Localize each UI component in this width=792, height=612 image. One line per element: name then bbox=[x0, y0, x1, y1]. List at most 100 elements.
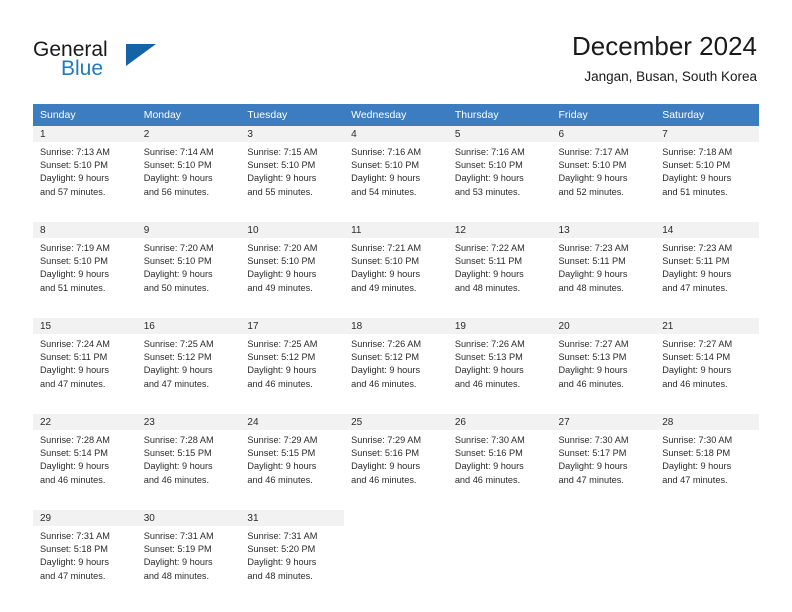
calendar-cell-day[interactable]: 2 Sunrise: 7:14 AM Sunset: 5:10 PM Daylight… bbox=[136, 126, 241, 216]
daylight-text-line1: Daylight: 9 hours bbox=[351, 461, 421, 472]
calendar-cell-day[interactable]: 29 Sunrise: 7:31 AM Sunset: 5:18 PM Dayligh… bbox=[33, 510, 137, 600]
calendar-cell-day[interactable]: 25 Sunrise: 7:29 AM Sunset: 5:16 PM Dayligh… bbox=[344, 414, 448, 504]
calendar-cell-day[interactable]: 7 Sunrise: 7:18 AM Sunset: 5:10 PM Daylight… bbox=[655, 126, 759, 216]
daylight-text-line1: Daylight: 9 hours bbox=[351, 269, 421, 280]
calendar-cell-day[interactable]: 24 Sunrise: 7:29 AM Sunset: 5:15 PM Dayligh… bbox=[240, 414, 345, 504]
sunrise-text: Sunrise: 7:22 AM bbox=[454, 243, 525, 253]
sunrise-text: Sunrise: 7:24 AM bbox=[40, 339, 110, 349]
calendar-cell-day[interactable]: 17 Sunrise: 7:25 AM Sunset: 5:12 PM Dayligh… bbox=[240, 318, 345, 408]
calendar-cell-inner: 6 Sunrise: 7:17 AM Sunset: 5:10 PM Daylight… bbox=[551, 126, 656, 216]
day-number: 5 bbox=[447, 126, 552, 142]
calendar-cell-day[interactable]: 9 Sunrise: 7:20 AM Sunset: 5:10 PM Daylight… bbox=[136, 222, 241, 312]
sunrise-text: Sunrise: 7:26 AM bbox=[454, 339, 525, 349]
day-number: 20 bbox=[551, 318, 656, 334]
calendar-cell-day[interactable]: 11 Sunrise: 7:21 AM Sunset: 5:10 PM Dayligh… bbox=[344, 222, 448, 312]
calendar-cell-day[interactable]: 31 Sunrise: 7:31 AM Sunset: 5:20 PM Dayligh… bbox=[240, 510, 345, 600]
sunset-text: Sunset: 5:18 PM bbox=[662, 448, 731, 459]
day-details: Sunrise: 7:27 AM Sunset: 5:14 PM Daylight:… bbox=[655, 334, 759, 391]
day-number: 30 bbox=[136, 510, 241, 526]
calendar-cell-inner: 19 Sunrise: 7:26 AM Sunset: 5:13 PM Dayligh… bbox=[447, 318, 552, 408]
sunset-text: Sunset: 5:12 PM bbox=[143, 352, 212, 363]
calendar-cell-inner: 13 Sunrise: 7:23 AM Sunset: 5:11 PM Dayligh… bbox=[551, 222, 656, 312]
sunrise-text: Sunrise: 7:18 AM bbox=[662, 147, 733, 157]
calendar-cell-day[interactable]: 12 Sunrise: 7:22 AM Sunset: 5:11 PM Dayligh… bbox=[447, 222, 552, 312]
calendar-cell-day[interactable]: 10 Sunrise: 7:20 AM Sunset: 5:10 PM Dayligh… bbox=[240, 222, 345, 312]
sunset-text: Sunset: 5:13 PM bbox=[558, 352, 627, 363]
day-number: 1 bbox=[33, 126, 137, 142]
daylight-text-line2: and 46 minutes. bbox=[558, 378, 624, 389]
calendar-cell-inner: 29 Sunrise: 7:31 AM Sunset: 5:18 PM Dayligh… bbox=[33, 510, 137, 600]
sunrise-text: Sunrise: 7:27 AM bbox=[558, 339, 629, 349]
daylight-text-line2: and 46 minutes. bbox=[40, 474, 106, 485]
sunset-text: Sunset: 5:18 PM bbox=[40, 544, 108, 555]
calendar-cell-empty bbox=[551, 510, 656, 600]
day-number: 2 bbox=[136, 126, 241, 142]
daylight-text-line2: and 46 minutes. bbox=[351, 378, 417, 389]
sunset-text: Sunset: 5:11 PM bbox=[40, 352, 108, 363]
day-details: Sunrise: 7:26 AM Sunset: 5:12 PM Daylight:… bbox=[344, 334, 448, 391]
sunset-text: Sunset: 5:12 PM bbox=[351, 352, 420, 363]
sunset-text: Sunset: 5:10 PM bbox=[40, 160, 108, 171]
day-details: Sunrise: 7:19 AM Sunset: 5:10 PM Daylight:… bbox=[33, 238, 137, 295]
day-number: 10 bbox=[240, 222, 345, 238]
calendar-cell-day[interactable]: 5 Sunrise: 7:16 AM Sunset: 5:10 PM Daylight… bbox=[447, 126, 552, 216]
calendar-cell-day[interactable]: 13 Sunrise: 7:23 AM Sunset: 5:11 PM Dayligh… bbox=[551, 222, 656, 312]
day-details: Sunrise: 7:20 AM Sunset: 5:10 PM Daylight:… bbox=[137, 238, 241, 295]
calendar-cell-day[interactable]: 20 Sunrise: 7:27 AM Sunset: 5:13 PM Dayligh… bbox=[551, 318, 656, 408]
calendar-cell-inner bbox=[344, 510, 448, 600]
weekday-header-thursday: Thursday bbox=[447, 104, 552, 126]
weekday-header-wednesday: Wednesday bbox=[344, 104, 448, 126]
daylight-text-line1: Daylight: 9 hours bbox=[454, 269, 524, 280]
day-number bbox=[552, 510, 656, 526]
calendar-week-row: 15 Sunrise: 7:24 AM Sunset: 5:11 PM Dayligh… bbox=[33, 318, 759, 408]
day-number: 17 bbox=[240, 318, 345, 334]
calendar-cell-day[interactable]: 3 Sunrise: 7:15 AM Sunset: 5:10 PM Daylight… bbox=[240, 126, 345, 216]
calendar-cell-day[interactable]: 18 Sunrise: 7:26 AM Sunset: 5:12 PM Dayligh… bbox=[344, 318, 448, 408]
sunset-text: Sunset: 5:16 PM bbox=[454, 448, 523, 459]
sunrise-text: Sunrise: 7:30 AM bbox=[662, 435, 733, 445]
daylight-text-line2: and 46 minutes. bbox=[454, 378, 521, 389]
calendar-cell-day[interactable]: 8 Sunrise: 7:19 AM Sunset: 5:10 PM Daylight… bbox=[33, 222, 137, 312]
sunset-text: Sunset: 5:10 PM bbox=[662, 160, 731, 171]
sunrise-text: Sunrise: 7:21 AM bbox=[351, 243, 422, 253]
daylight-text-line1: Daylight: 9 hours bbox=[454, 461, 524, 472]
calendar-cell-day[interactable]: 21 Sunrise: 7:27 AM Sunset: 5:14 PM Dayligh… bbox=[655, 318, 759, 408]
calendar-cell-day[interactable]: 27 Sunrise: 7:30 AM Sunset: 5:17 PM Dayligh… bbox=[551, 414, 656, 504]
sunrise-text: Sunrise: 7:30 AM bbox=[558, 435, 629, 445]
daylight-text-line1: Daylight: 9 hours bbox=[558, 269, 628, 280]
daylight-text-line1: Daylight: 9 hours bbox=[143, 461, 213, 472]
brand-logo[interactable]: General Blue bbox=[33, 38, 213, 86]
day-number: 16 bbox=[136, 318, 241, 334]
calendar-cell-day[interactable]: 1 Sunrise: 7:13 AM Sunset: 5:10 PM Daylight… bbox=[33, 126, 137, 216]
day-details: Sunrise: 7:15 AM Sunset: 5:10 PM Daylight:… bbox=[240, 142, 344, 199]
calendar-cell-inner: 15 Sunrise: 7:24 AM Sunset: 5:11 PM Dayligh… bbox=[33, 318, 137, 408]
daylight-text-line1: Daylight: 9 hours bbox=[247, 557, 317, 568]
day-number: 22 bbox=[33, 414, 137, 430]
daylight-text-line1: Daylight: 9 hours bbox=[247, 461, 317, 472]
page-header: General Blue December 2024 Jangan, Busan… bbox=[0, 0, 792, 100]
sunset-text: Sunset: 5:10 PM bbox=[40, 256, 108, 267]
calendar-cell-day[interactable]: 16 Sunrise: 7:25 AM Sunset: 5:12 PM Dayligh… bbox=[136, 318, 241, 408]
sunset-text: Sunset: 5:14 PM bbox=[40, 448, 108, 459]
sunset-text: Sunset: 5:14 PM bbox=[662, 352, 731, 363]
calendar-cell-day[interactable]: 30 Sunrise: 7:31 AM Sunset: 5:19 PM Dayligh… bbox=[136, 510, 241, 600]
calendar-cell-day[interactable]: 14 Sunrise: 7:23 AM Sunset: 5:11 PM Dayligh… bbox=[655, 222, 759, 312]
calendar-cell-inner: 21 Sunrise: 7:27 AM Sunset: 5:14 PM Dayligh… bbox=[655, 318, 759, 408]
day-details: Sunrise: 7:30 AM Sunset: 5:16 PM Daylight:… bbox=[448, 430, 552, 487]
calendar-cell-day[interactable]: 28 Sunrise: 7:30 AM Sunset: 5:18 PM Dayligh… bbox=[655, 414, 759, 504]
calendar-cell-day[interactable]: 6 Sunrise: 7:17 AM Sunset: 5:10 PM Daylight… bbox=[551, 126, 656, 216]
calendar-cell-day[interactable]: 22 Sunrise: 7:28 AM Sunset: 5:14 PM Dayligh… bbox=[33, 414, 137, 504]
daylight-text-line2: and 54 minutes. bbox=[351, 186, 417, 197]
day-details: Sunrise: 7:23 AM Sunset: 5:11 PM Daylight:… bbox=[655, 238, 759, 295]
calendar-cell-day[interactable]: 19 Sunrise: 7:26 AM Sunset: 5:13 PM Dayligh… bbox=[447, 318, 552, 408]
daylight-text-line1: Daylight: 9 hours bbox=[662, 173, 732, 184]
calendar-cell-day[interactable]: 15 Sunrise: 7:24 AM Sunset: 5:11 PM Dayligh… bbox=[33, 318, 137, 408]
sunrise-text: Sunrise: 7:13 AM bbox=[40, 147, 110, 157]
sunrise-text: Sunrise: 7:31 AM bbox=[40, 531, 110, 541]
calendar-cell-inner: 12 Sunrise: 7:22 AM Sunset: 5:11 PM Dayligh… bbox=[447, 222, 552, 312]
calendar-cell-day[interactable]: 23 Sunrise: 7:28 AM Sunset: 5:15 PM Dayligh… bbox=[136, 414, 241, 504]
day-details: Sunrise: 7:28 AM Sunset: 5:14 PM Daylight:… bbox=[33, 430, 137, 487]
daylight-text-line2: and 47 minutes. bbox=[40, 570, 106, 581]
calendar-cell-day[interactable]: 4 Sunrise: 7:16 AM Sunset: 5:10 PM Daylight… bbox=[344, 126, 448, 216]
calendar-cell-day[interactable]: 26 Sunrise: 7:30 AM Sunset: 5:16 PM Dayligh… bbox=[447, 414, 552, 504]
